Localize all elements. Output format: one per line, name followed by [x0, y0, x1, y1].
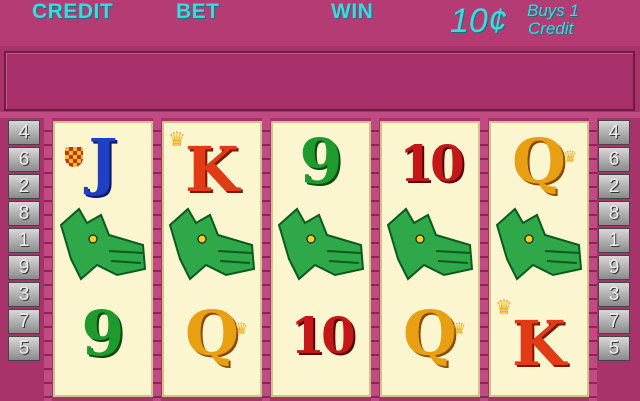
reel-separator	[371, 118, 379, 401]
dragon-icon	[277, 207, 365, 281]
denomination: 10¢	[450, 2, 507, 40]
line-button-left[interactable]: 7	[8, 309, 40, 334]
line-button-right[interactable]: 9	[598, 255, 630, 280]
buys-text: Buys 1 Credit	[527, 2, 579, 38]
line-button-left[interactable]: 4	[8, 120, 40, 145]
symbol-king: K	[512, 307, 566, 380]
line-button-left[interactable]: 5	[8, 336, 40, 361]
message-panel	[4, 51, 635, 111]
symbol-nine: 9	[81, 297, 125, 370]
line-button-right[interactable]: 4	[598, 120, 630, 145]
reel-2: ♛ K Q ♛	[162, 121, 262, 397]
right-line-indicators: 4 6 2 8 1 9 3 7 5	[596, 120, 632, 363]
dragon-icon	[59, 207, 147, 281]
line-button-right[interactable]: 1	[598, 228, 630, 253]
line-button-right[interactable]: 6	[598, 147, 630, 172]
reel-separator	[262, 118, 270, 401]
symbol-nine: 9	[299, 125, 343, 198]
crown-icon: ♛	[563, 149, 578, 166]
reel-4: 10 Q ♛	[380, 121, 480, 397]
line-button-right[interactable]: 5	[598, 336, 630, 361]
reel-1: J 9	[53, 121, 153, 397]
reel-5: Q ♛ ♛ K	[489, 121, 589, 397]
buys-line-1: Buys 1	[527, 1, 579, 20]
divider	[0, 112, 640, 118]
dragon-icon	[495, 207, 583, 281]
line-button-right[interactable]: 3	[598, 282, 630, 307]
credit-label: CREDIT	[32, 0, 114, 23]
line-button-left[interactable]: 6	[8, 147, 40, 172]
crown-icon: ♛	[234, 321, 249, 338]
reel-separator	[589, 118, 597, 401]
line-button-right[interactable]: 7	[598, 309, 630, 334]
crown-icon: ♛	[452, 321, 467, 338]
bet-label: BET	[176, 0, 220, 23]
reel-separator	[153, 118, 161, 401]
line-button-right[interactable]: 8	[598, 201, 630, 226]
reel-3: 9 10	[271, 121, 371, 397]
line-button-left[interactable]: 3	[8, 282, 40, 307]
left-line-indicators: 4 6 2 8 1 9 3 7 5	[6, 120, 42, 363]
line-button-left[interactable]: 8	[8, 201, 40, 226]
symbol-jack: J	[88, 125, 118, 198]
dragon-icon	[386, 207, 474, 281]
line-button-left[interactable]: 2	[8, 174, 40, 199]
reel-separator	[480, 118, 488, 401]
symbol-king: K	[185, 133, 239, 206]
buys-line-2: Credit	[528, 19, 574, 38]
symbol-ten: 10	[399, 134, 465, 193]
dragon-icon	[168, 207, 256, 281]
line-button-right[interactable]: 2	[598, 174, 630, 199]
reel-separator	[44, 118, 52, 401]
line-button-left[interactable]: 9	[8, 255, 40, 280]
line-button-left[interactable]: 1	[8, 228, 40, 253]
symbol-ten: 10	[290, 306, 356, 365]
win-label: WIN	[331, 0, 374, 23]
